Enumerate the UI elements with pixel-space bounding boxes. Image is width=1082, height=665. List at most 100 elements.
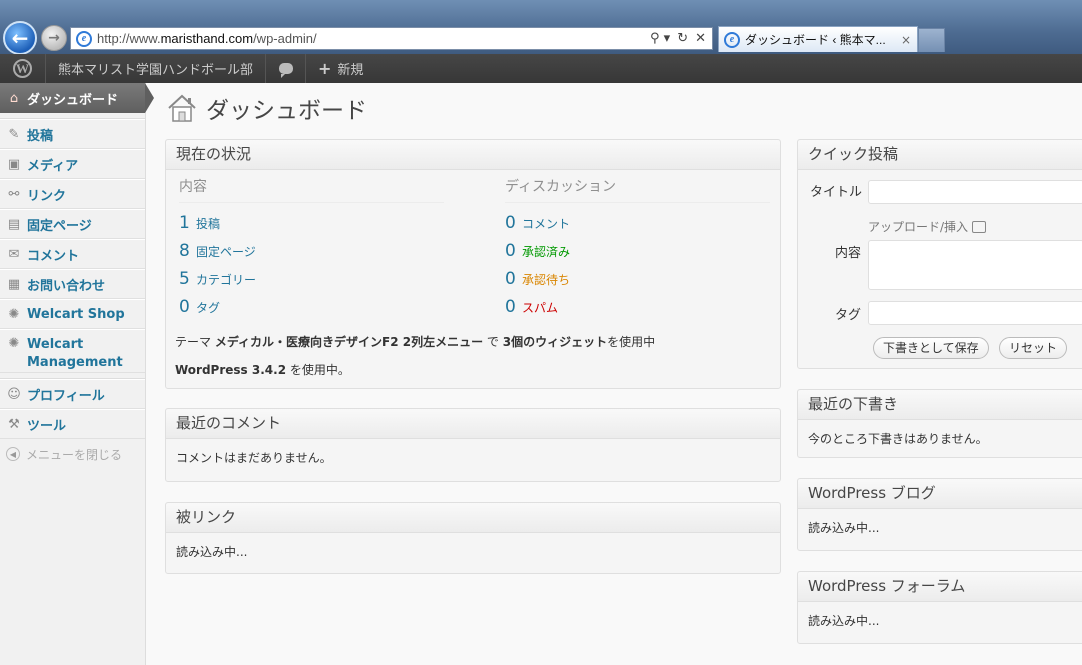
media-icon: ▣ [7, 156, 21, 172]
stat-label-tags[interactable]: タグ [196, 294, 220, 322]
wordpress-icon: W [13, 59, 32, 78]
content-heading: 内容 [179, 176, 444, 203]
refresh-icon[interactable]: ↻ [677, 31, 688, 46]
save-draft-button[interactable]: 下書きとして保存 [873, 337, 989, 359]
stat-label-categories[interactable]: カテゴリー [196, 266, 256, 294]
upload-label: アップロード/挿入 [868, 220, 969, 234]
sidebar-item-links[interactable]: ⚯ リンク [0, 179, 145, 209]
search-icon[interactable]: ⚲ ▾ [650, 31, 670, 46]
right-now-title[interactable]: 現在の状況 [166, 140, 780, 170]
wordpress-blog-title[interactable]: WordPress ブログ [798, 479, 1082, 509]
widget-count-link[interactable]: 3個のウィジェット [503, 335, 607, 349]
recent-drafts-title[interactable]: 最近の下書き [798, 390, 1082, 420]
stat-number-tags[interactable]: 0 [179, 293, 196, 321]
reset-button[interactable]: リセット [999, 337, 1068, 359]
admin-bar: W 熊本マリスト学園ハンドボール部 + 新規 [0, 54, 1082, 83]
admin-sidebar: ⌂ ダッシュボード ✎ 投稿 ▣ メディア ⚯ リンク ▤ 固定ページ ✉ コメ… [0, 83, 154, 665]
recent-comments-body: コメントはまだありません。 [176, 451, 332, 465]
stat-label-pages[interactable]: 固定ページ [196, 238, 256, 266]
incoming-links-widget: 被リンク 読み込み中... [165, 502, 781, 574]
sidebar-item-label: 固定ページ [27, 218, 92, 234]
stat-number-pending[interactable]: 0 [505, 265, 522, 293]
tags-input[interactable] [868, 301, 1082, 325]
quick-press-title[interactable]: クイック投稿 [798, 140, 1082, 170]
stat-row: 8 固定ページ [179, 237, 444, 265]
stat-row: 0 承認待ち [505, 265, 770, 293]
wordpress-blog-body: 読み込み中... [808, 521, 880, 535]
sidebar-item-posts[interactable]: ✎ 投稿 [0, 119, 145, 149]
recent-comments-widget: 最近のコメント コメントはまだありません。 [165, 408, 781, 482]
sidebar-item-label: お問い合わせ [27, 278, 106, 294]
sidebar-item-media[interactable]: ▣ メディア [0, 149, 145, 179]
collapse-menu-button[interactable]: ◀ メニューを閉じる [0, 439, 145, 469]
stop-icon[interactable]: ✕ [695, 31, 706, 46]
content-label: 内容 [835, 246, 862, 261]
sidebar-item-dashboard[interactable]: ⌂ ダッシュボード [0, 83, 154, 113]
tools-icon: ⚒ [8, 416, 20, 432]
new-content-button[interactable]: + 新規 [306, 54, 375, 83]
upload-media-icon[interactable] [972, 220, 987, 233]
theme-name-link[interactable]: メディカル・医療向きデザインF2 2列左メニュー [215, 335, 483, 349]
discussion-column: ディスカッション 0 コメント 0 承認済み 0 承認待ち 0 スパム [505, 176, 770, 321]
stat-label-spam[interactable]: スパム [522, 294, 558, 322]
sidebar-item-label: プロフィール [27, 388, 105, 404]
sidebar-item-label: Welcart Management [27, 337, 123, 370]
sidebar-item-welcart-shop[interactable]: ✺ Welcart Shop [0, 299, 145, 329]
recent-drafts-widget: 最近の下書き 今のところ下書きはありません。 [797, 389, 1082, 458]
home-icon: ⌂ [9, 90, 19, 106]
recent-comments-title[interactable]: 最近のコメント [166, 409, 780, 439]
sidebar-item-profile[interactable]: ☺ プロフィール [0, 379, 145, 409]
back-button[interactable]: ← [3, 21, 37, 55]
stat-label-pending[interactable]: 承認待ち [522, 266, 570, 294]
stat-number-approved[interactable]: 0 [505, 237, 522, 265]
wordpress-forum-title[interactable]: WordPress フォーラム [798, 572, 1082, 602]
recent-drafts-body: 今のところ下書きはありません。 [808, 432, 988, 446]
collapse-arrow-icon: ◀ [6, 447, 20, 461]
stat-row: 0 承認済み [505, 237, 770, 265]
new-tab-button[interactable] [918, 28, 945, 52]
sidebar-item-welcart-management[interactable]: ✺ Welcart Management [0, 329, 145, 373]
title-label: タイトル [810, 185, 863, 200]
close-icon[interactable]: × [901, 33, 911, 47]
stat-label-comments[interactable]: コメント [522, 210, 570, 238]
browser-tab[interactable]: e ダッシュボード ‹ 熊本マ... × [718, 26, 918, 52]
sidebar-item-label: Welcart Shop [27, 306, 125, 322]
content-textarea[interactable] [868, 240, 1082, 290]
incoming-links-title[interactable]: 被リンク [166, 503, 780, 533]
stat-number-spam[interactable]: 0 [505, 293, 522, 321]
users-icon: ☺ [7, 386, 21, 402]
title-input[interactable] [868, 180, 1082, 204]
address-tools: ⚲ ▾ ↻ ✕ [650, 31, 706, 46]
version-info: WordPress 3.4.2 を使用中。 [175, 363, 350, 377]
link-icon: ⚯ [8, 186, 20, 202]
stat-number-comments[interactable]: 0 [505, 209, 522, 237]
stat-number-pages[interactable]: 8 [179, 237, 196, 265]
stat-number-categories[interactable]: 5 [179, 265, 196, 293]
forward-arrow-icon: → [48, 30, 60, 46]
url-text[interactable]: http://www.maristhand.com/wp-admin/ [97, 31, 650, 46]
comment-bubble-icon [278, 63, 293, 78]
sidebar-item-pages[interactable]: ▤ 固定ページ [0, 209, 145, 239]
stat-number-posts[interactable]: 1 [179, 209, 196, 237]
tab-title: ダッシュボード ‹ 熊本マ... [745, 33, 886, 47]
sidebar-item-tools[interactable]: ⚒ ツール [0, 409, 145, 439]
discussion-heading: ディスカッション [505, 176, 770, 203]
sidebar-item-contact[interactable]: ▦ お問い合わせ [0, 269, 145, 299]
wordpress-blog-widget: WordPress ブログ 読み込み中... [797, 478, 1082, 551]
wp-logo-menu[interactable]: W [0, 54, 46, 83]
sidebar-item-comments[interactable]: ✉ コメント [0, 239, 145, 269]
address-bar[interactable]: e http://www.maristhand.com/wp-admin/ ⚲ … [70, 27, 713, 50]
comment-icon: ✉ [8, 246, 20, 262]
comments-button[interactable] [266, 54, 307, 83]
stat-row: 0 タグ [179, 293, 444, 321]
page-header: ダッシュボード [166, 91, 367, 125]
site-name-link[interactable]: 熊本マリスト学園ハンドボール部 [46, 54, 267, 83]
incoming-links-body: 読み込み中... [176, 545, 248, 559]
forward-button[interactable]: → [41, 25, 67, 51]
content-column: 内容 1 投稿 8 固定ページ 5 カテゴリー 0 タグ [179, 176, 444, 321]
upload-insert[interactable]: アップロード/挿入 [868, 218, 987, 235]
pin-icon: ✎ [8, 126, 20, 142]
stat-label-posts[interactable]: 投稿 [196, 210, 220, 238]
stat-label-approved[interactable]: 承認済み [522, 238, 570, 266]
stat-row: 1 投稿 [179, 209, 444, 237]
